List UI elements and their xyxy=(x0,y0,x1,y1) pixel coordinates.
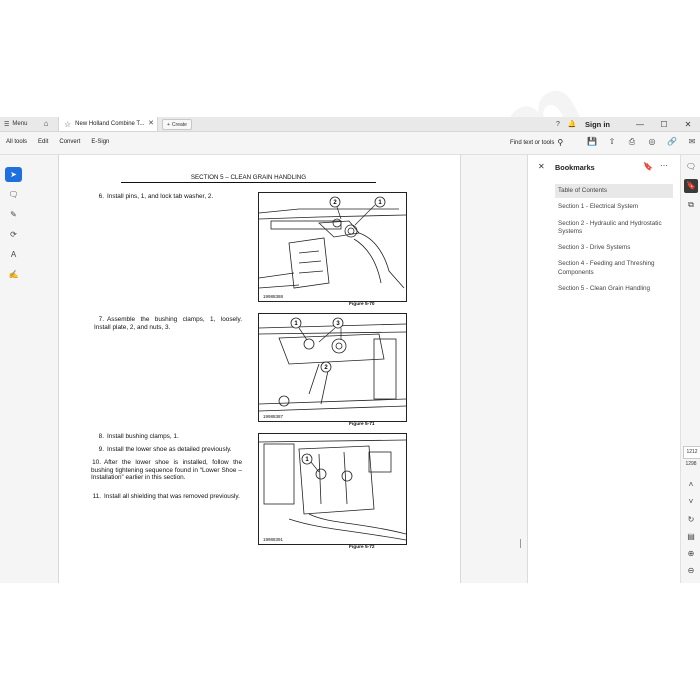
convert-link[interactable]: Convert xyxy=(59,139,80,145)
page-fit-icon[interactable]: ▤ xyxy=(684,530,698,544)
close-tab-icon[interactable]: ✕ xyxy=(148,119,154,127)
figure-5-71-illustration: 1 3 2 xyxy=(259,317,406,412)
bookmarks-title: Bookmarks xyxy=(555,163,595,172)
star-icon[interactable]: ☆ xyxy=(64,120,71,129)
rotate-icon[interactable]: ↻ xyxy=(684,513,698,527)
maximize-icon[interactable]: ☐ xyxy=(652,120,676,129)
tab-title: New Holland Combine T... xyxy=(75,121,145,127)
bookmark-panel-icon[interactable]: 🔖 xyxy=(684,179,698,193)
add-bookmark-icon[interactable]: 🔖 xyxy=(643,162,653,171)
text-box-icon[interactable]: A xyxy=(5,247,22,262)
bell-icon[interactable]: 🔔 xyxy=(565,120,579,128)
right-rail: 🗨 🔖 ⧉ 1212 1298 ˄ ˅ ↻ ▤ ⊕ ⊖ xyxy=(680,155,700,583)
toolbar-icons: 💾 ⇧ ⎙ ◎ 🔗 ✉ xyxy=(584,137,700,147)
add-comment-icon[interactable]: 🗨 xyxy=(5,187,22,202)
figure-5-71-caption: Figure 5-71 xyxy=(349,422,375,427)
menu-button[interactable]: ☰ Menu xyxy=(4,119,27,129)
bookmark-section-2[interactable]: Section 2 - Hydraulic and Hydrostatic Sy… xyxy=(555,217,673,240)
create-button[interactable]: + Create xyxy=(162,119,192,130)
search-icon: ⚲ xyxy=(557,138,564,147)
figure-5-70-illustration: 2 1 xyxy=(259,196,406,289)
mail-icon[interactable]: ✉ xyxy=(684,137,700,147)
page-up-icon[interactable]: ˄ xyxy=(684,478,698,492)
zoom-in-icon[interactable]: ⊕ xyxy=(684,547,698,561)
step-6: 6. Install pins, 1, and lock tab washer, … xyxy=(98,193,214,200)
bookmark-table-of-contents[interactable]: Table of Contents xyxy=(555,184,673,199)
pdf-page: SECTION 5 – CLEAN GRAIN HANDLING 6. Insta… xyxy=(58,155,461,583)
step-9: 9. Install the lower shoe as detailed pre… xyxy=(98,446,232,453)
figure-5-72-caption: Figure 5-72 xyxy=(349,545,375,550)
draw-lasso-icon[interactable]: ⟳ xyxy=(5,227,22,242)
create-label: Create xyxy=(171,121,187,128)
step-11: 11. Install all shielding that was remove… xyxy=(92,493,240,500)
print-icon[interactable]: ⎙ xyxy=(624,137,640,147)
title-bar-right: ? 🔔 Sign in — ☐ ✕ xyxy=(551,117,700,131)
select-cursor-icon[interactable]: ➤ xyxy=(5,167,22,182)
bookmark-section-1[interactable]: Section 1 - Electrical System xyxy=(555,200,673,214)
tool-links: All tools Edit Convert E-Sign xyxy=(6,139,109,145)
all-tools-link[interactable]: All tools xyxy=(6,139,27,145)
ai-search-icon[interactable]: ◎ xyxy=(644,137,660,147)
close-panel-icon[interactable]: ✕ xyxy=(538,162,545,171)
total-pages: 1298 xyxy=(685,461,697,467)
page-down-icon[interactable]: ˅ xyxy=(684,495,698,509)
link-icon[interactable]: 🔗 xyxy=(664,137,680,147)
main-toolbar: All tools Edit Convert E-Sign Find text … xyxy=(0,132,700,155)
upload-icon[interactable]: ⇧ xyxy=(604,137,620,147)
sign-in-button[interactable]: Sign in xyxy=(585,120,610,129)
figure-5-70: 2 1 19988388 xyxy=(258,192,407,302)
pages-panel-icon[interactable]: ⧉ xyxy=(684,198,698,212)
save-icon[interactable]: 💾 xyxy=(584,137,600,147)
figure-5-72-id: 19988391 xyxy=(263,537,284,542)
comment-panel-icon[interactable]: 🗨 xyxy=(684,160,698,174)
close-window-icon[interactable]: ✕ xyxy=(676,120,700,129)
document-tab[interactable]: ☆ New Holland Combine T... ✕ xyxy=(58,117,158,131)
section-header: SECTION 5 – CLEAN GRAIN HANDLING xyxy=(121,174,376,183)
bookmark-section-3[interactable]: Section 3 - Drive Systems xyxy=(555,241,673,255)
hamburger-icon: ☰ xyxy=(4,121,10,128)
figure-5-70-id: 19988388 xyxy=(263,294,284,299)
title-bar: ☰ Menu ⌂ ☆ New Holland Combine T... ✕ + … xyxy=(0,117,700,132)
bookmark-list: Table of Contents Section 1 - Electrical… xyxy=(555,184,673,298)
minimize-icon[interactable]: — xyxy=(628,120,652,129)
figure-5-72-illustration: 1 xyxy=(259,439,406,541)
step-10: 10. After the lower shoe is installed, fo… xyxy=(91,459,242,482)
current-page-input[interactable]: 1212 xyxy=(683,446,700,459)
esign-link[interactable]: E-Sign xyxy=(91,139,109,145)
bookmarks-header: ✕ Bookmarks 🔖 ⋯ xyxy=(528,161,681,175)
left-tool-rail: ➤ 🗨 ✎ ⟳ A ✍ xyxy=(0,155,29,583)
find-tool[interactable]: Find text or tools ⚲ xyxy=(510,138,563,147)
tool-column: ➤ 🗨 ✎ ⟳ A ✍ xyxy=(5,167,25,282)
more-options-icon[interactable]: ⋯ xyxy=(660,161,668,170)
highlight-pen-icon[interactable]: ✎ xyxy=(5,207,22,222)
step-8: 8. Install bushing clamps, 1. xyxy=(98,433,179,440)
help-icon[interactable]: ? xyxy=(551,121,565,128)
figure-5-71-id: 19988387 xyxy=(263,414,284,419)
figure-5-71: 1 3 2 19988387 xyxy=(258,313,407,422)
document-area[interactable]: SECTION 5 – CLEAN GRAIN HANDLING 6. Insta… xyxy=(29,155,526,583)
find-label: Find text or tools xyxy=(510,139,555,146)
bookmark-section-4[interactable]: Section 4 - Feeding and Threshing Compon… xyxy=(555,257,673,280)
acrobat-window: ☰ Menu ⌂ ☆ New Holland Combine T... ✕ + … xyxy=(0,117,700,583)
edit-link[interactable]: Edit xyxy=(38,139,48,145)
step-7: 7. Assemble the bushing clamps, 1, loosel… xyxy=(94,316,242,331)
menu-label: Menu xyxy=(12,121,28,127)
plus-icon: + xyxy=(167,121,170,128)
figure-5-72: 1 19988391 xyxy=(258,433,407,545)
fill-sign-icon[interactable]: ✍ xyxy=(5,267,22,282)
zoom-out-icon[interactable]: ⊖ xyxy=(684,564,698,578)
bookmark-section-5[interactable]: Section 5 - Clean Grain Handling xyxy=(555,282,673,296)
figure-5-70-caption: Figure 5-70 xyxy=(349,302,375,307)
panel-resize-handle[interactable] xyxy=(520,539,521,548)
home-icon[interactable]: ⌂ xyxy=(40,118,52,130)
bookmarks-panel: ✕ Bookmarks 🔖 ⋯ Table of Contents Sectio… xyxy=(527,155,681,583)
